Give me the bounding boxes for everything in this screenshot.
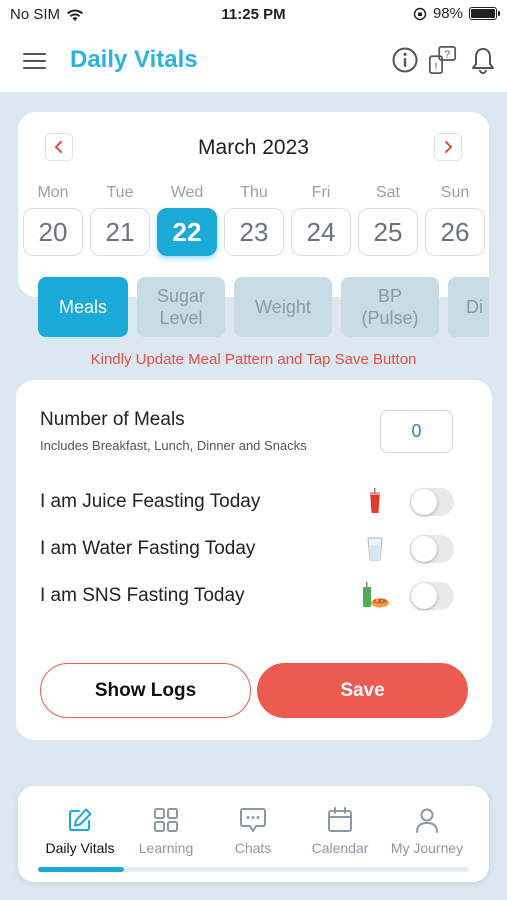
day-number: 23 bbox=[224, 208, 284, 256]
meals-label: Number of Meals bbox=[40, 409, 185, 430]
water-fasting-label: I am Water Fasting Today bbox=[40, 538, 256, 559]
toggle-knob bbox=[411, 583, 437, 609]
day-strip: Mon 20 Tue 21 Wed 22 Thu 23 Fri 24 Sat 25 Sun 2… bbox=[23, 184, 485, 256]
orientation-lock-icon bbox=[413, 7, 427, 20]
water-fasting-row: I am Water Fasting Today bbox=[40, 534, 460, 564]
nav-indicator-track bbox=[38, 867, 469, 872]
day-number: 20 bbox=[23, 208, 83, 256]
meals-count-input[interactable] bbox=[380, 410, 453, 453]
day-fri[interactable]: Fri 24 bbox=[291, 184, 351, 256]
day-name: Sat bbox=[375, 184, 400, 201]
nav-label: My Journey bbox=[390, 840, 464, 856]
day-sat[interactable]: Sat 25 bbox=[358, 184, 418, 256]
battery-icon bbox=[469, 7, 500, 20]
nav-label: Daily Vitals bbox=[45, 840, 115, 856]
chevron-right-icon bbox=[445, 141, 452, 153]
day-tue[interactable]: Tue 21 bbox=[90, 184, 150, 256]
nav-label: Calendar bbox=[311, 840, 369, 856]
week-calendar: March 2023 Mon 20 Tue 21 Wed 22 Thu 23 Fri 24… bbox=[18, 112, 489, 297]
menu-icon[interactable] bbox=[22, 50, 48, 72]
juice-feasting-label: I am Juice Feasting Today bbox=[40, 491, 261, 512]
meals-sublabel: Includes Breakfast, Lunch, Dinner and Sn… bbox=[40, 438, 307, 453]
page-title: Daily Vitals bbox=[70, 46, 198, 73]
bell-icon[interactable] bbox=[468, 44, 498, 76]
nav-active-indicator bbox=[38, 867, 124, 872]
water-fasting-toggle[interactable] bbox=[410, 535, 454, 563]
svg-text:!: ! bbox=[435, 61, 438, 72]
sns-fasting-label: I am SNS Fasting Today bbox=[40, 585, 245, 606]
update-notice: Kindly Update Meal Pattern and Tap Save … bbox=[90, 351, 417, 368]
day-name: Thu bbox=[240, 184, 268, 201]
day-sun[interactable]: Sun 26 bbox=[425, 184, 485, 256]
edit-icon bbox=[69, 808, 92, 831]
save-button[interactable]: Save bbox=[257, 663, 468, 718]
calendar-icon bbox=[328, 807, 352, 832]
sns-fasting-toggle[interactable] bbox=[410, 582, 454, 610]
day-number: 25 bbox=[358, 208, 418, 256]
month-label: March 2023 bbox=[198, 136, 309, 159]
day-wed[interactable]: Wed 22 bbox=[157, 184, 217, 256]
nav-label: Chats bbox=[234, 840, 272, 856]
info-icon[interactable] bbox=[390, 44, 420, 76]
day-mon[interactable]: Mon 20 bbox=[23, 184, 83, 256]
grid-icon bbox=[154, 808, 178, 832]
bottom-nav: Daily Vitals Learning Chats Calendar My … bbox=[18, 786, 489, 882]
tab-bp-pulse[interactable]: BP (Pulse) bbox=[341, 277, 439, 337]
status-right: 98% bbox=[413, 5, 500, 22]
day-name: Mon bbox=[37, 184, 69, 201]
vital-tabs: Meals Sugar Level Weight BP (Pulse) Di bbox=[38, 277, 489, 339]
tab-sugar-level[interactable]: Sugar Level bbox=[137, 277, 225, 337]
juice-feasting-row: I am Juice Feasting Today bbox=[40, 487, 460, 517]
user-icon bbox=[416, 808, 438, 833]
meals-form: Number of Meals Includes Breakfast, Lunc… bbox=[16, 380, 492, 740]
nav-label: Learning bbox=[138, 840, 194, 856]
svg-text:?: ? bbox=[444, 50, 450, 61]
day-name: Sun bbox=[440, 184, 470, 201]
day-name: Fri bbox=[311, 184, 331, 201]
water-glass-icon bbox=[367, 537, 383, 561]
battery-percent: 98% bbox=[432, 5, 463, 22]
status-bar: No SIM 11:25 PM 98% bbox=[0, 0, 507, 30]
day-thu[interactable]: Thu 23 bbox=[224, 184, 284, 256]
day-number: 24 bbox=[291, 208, 351, 256]
day-number: 21 bbox=[90, 208, 150, 256]
show-logs-button[interactable]: Show Logs bbox=[40, 663, 251, 718]
tab-weight[interactable]: Weight bbox=[234, 277, 332, 337]
sns-fasting-row: I am SNS Fasting Today bbox=[40, 581, 460, 611]
tab-diet[interactable]: Di bbox=[448, 277, 489, 337]
help-icon[interactable]: ? ! bbox=[428, 44, 458, 76]
next-month-button[interactable] bbox=[434, 133, 462, 161]
day-name: Tue bbox=[106, 184, 134, 201]
nav-my-journey[interactable]: My Journey bbox=[382, 804, 472, 856]
nav-calendar[interactable]: Calendar bbox=[295, 804, 385, 856]
sns-food-icon bbox=[363, 582, 389, 608]
nav-daily-vitals[interactable]: Daily Vitals bbox=[35, 804, 125, 856]
chat-icon bbox=[240, 808, 266, 832]
battery-fill bbox=[471, 9, 495, 18]
tab-meals[interactable]: Meals bbox=[38, 277, 128, 337]
juice-icon bbox=[370, 488, 380, 513]
toggle-knob bbox=[411, 489, 437, 515]
day-number: 22 bbox=[157, 208, 217, 256]
day-number: 26 bbox=[425, 208, 485, 256]
nav-learning[interactable]: Learning bbox=[121, 804, 211, 856]
app-bar: Daily Vitals ? ! bbox=[0, 30, 507, 92]
nav-chats[interactable]: Chats bbox=[208, 804, 298, 856]
day-name: Wed bbox=[170, 184, 204, 201]
juice-feasting-toggle[interactable] bbox=[410, 488, 454, 516]
toggle-knob bbox=[411, 536, 437, 562]
